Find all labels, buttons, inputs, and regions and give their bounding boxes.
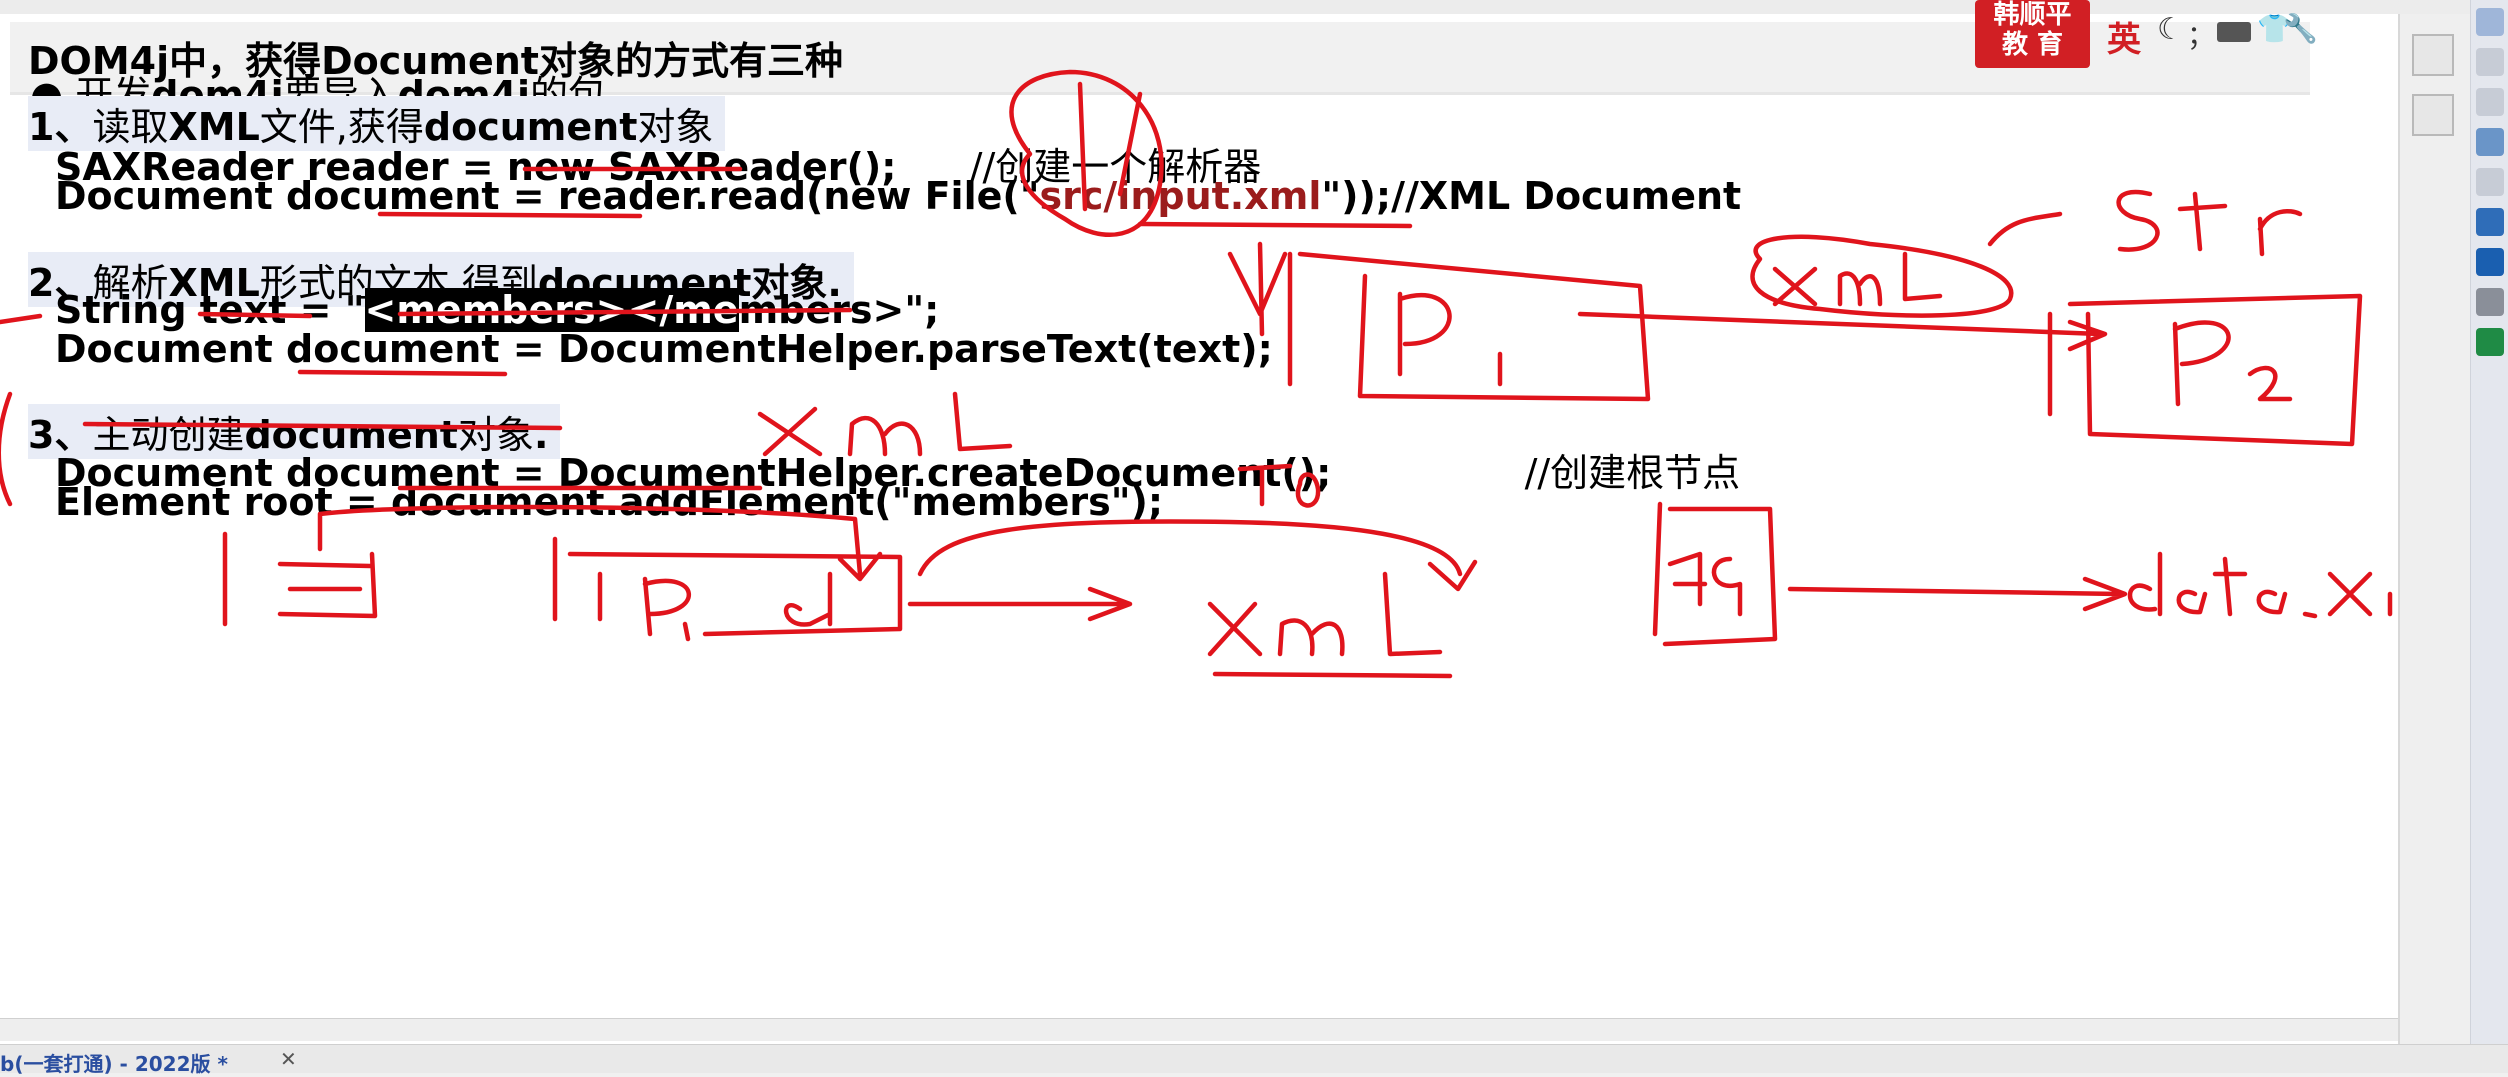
panel-button-1[interactable]	[2412, 34, 2454, 76]
ink-xml-text-1	[1772, 251, 1943, 307]
ink-arrow-p1-p2	[1577, 311, 2108, 352]
ink-arrow-to-data	[1787, 576, 2128, 612]
handwritten-annotations	[0, 69, 2393, 679]
mail-icon[interactable]	[2476, 248, 2504, 276]
ink-underline-text	[197, 311, 313, 319]
punctuation-toggle[interactable]: ；	[2187, 14, 2215, 54]
ink-box-p2	[2047, 293, 2363, 447]
ink-letter-p1d	[642, 571, 833, 642]
ink-dash-left	[0, 313, 43, 325]
ink-ten	[1237, 463, 1321, 508]
ink-letter-p2	[2172, 320, 2293, 407]
ink-arrow-loop-2	[917, 519, 1478, 592]
calendar-icon[interactable]	[2476, 8, 2504, 36]
globe-icon[interactable]	[2476, 288, 2504, 316]
ink-underline-path	[1137, 221, 1413, 229]
ink-str	[1987, 189, 2303, 257]
ink-arrow-down	[1227, 241, 1288, 337]
ink-doc-icon	[222, 531, 378, 627]
brand-logo: 韩顺平 教 育	[1975, 0, 2090, 68]
outlook-icon[interactable]	[2476, 208, 2504, 236]
right-panel	[2398, 14, 2472, 1044]
ink-underline-document2	[297, 369, 508, 377]
excel-icon[interactable]	[2476, 328, 2504, 356]
side-toolbar	[2470, 0, 2508, 1072]
search-icon[interactable]	[2476, 168, 2504, 196]
ink-underline-xml3	[1212, 671, 1453, 679]
ime-toolbar[interactable]: 英 ☾ ； 👕 🔧	[2095, 0, 2318, 62]
ink-xml-text-2	[757, 391, 1013, 457]
ink-slash-2	[1117, 91, 1143, 197]
image-icon[interactable]	[2476, 128, 2504, 156]
user-icon[interactable]	[2476, 48, 2504, 76]
ime-language-toggle[interactable]: 英	[2107, 12, 2141, 61]
wrench-icon[interactable]: 🔧	[2283, 12, 2318, 45]
ink-letter-p1	[1397, 291, 1503, 387]
slide-canvas: DOM4j中，获得Document对象的方式有三种 ● 开发dom4j要导入do…	[0, 14, 2470, 1044]
horizontal-scrollbar[interactable]	[0, 1018, 2398, 1041]
keyboard-icon[interactable]	[2217, 22, 2251, 42]
ink-data-xml	[2127, 551, 2393, 619]
ink-underline-document	[377, 211, 643, 219]
ink-number-49	[1667, 551, 1743, 617]
share-icon[interactable]	[2476, 88, 2504, 116]
document-tab[interactable]: b(一套打通) - 2022版 *	[0, 1048, 228, 1077]
ink-box-p1d	[552, 536, 903, 637]
document-tab-bar: b(一套打通) - 2022版 * ✕	[0, 1044, 2508, 1076]
ink-arrow-loop-1	[317, 504, 883, 582]
ink-slash-1	[1077, 81, 1088, 212]
ink-underline-section3	[82, 421, 563, 431]
panel-button-2[interactable]	[2412, 94, 2454, 136]
ink-xml-text-3	[1207, 571, 1443, 657]
ink-box-p1	[1287, 251, 1651, 402]
ink-paren-left	[0, 391, 13, 507]
ink-underline-members	[397, 307, 853, 317]
ink-arrow-to-xml	[907, 586, 1133, 622]
moon-icon[interactable]: ☾	[2157, 12, 2184, 47]
close-icon[interactable]: ✕	[280, 1047, 297, 1071]
